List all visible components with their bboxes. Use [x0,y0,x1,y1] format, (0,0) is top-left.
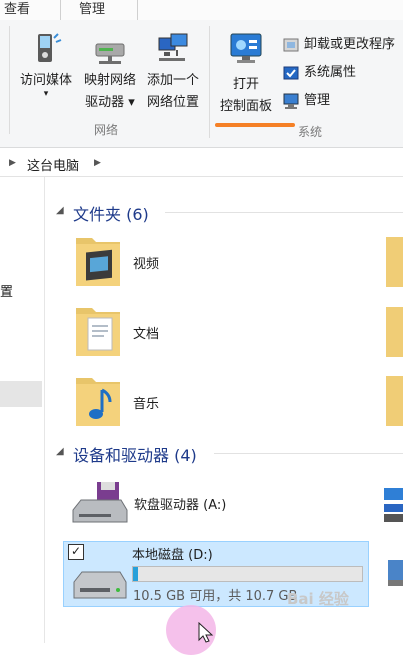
map-network-drive-button[interactable]: 映射网络 驱动器 ▾ [79,28,141,116]
breadcrumb-chevron-icon[interactable]: ▶ [9,158,16,168]
nav-selected-item[interactable] [0,381,42,407]
map-network-drive-label-2: 驱动器 ▾ [85,95,135,110]
folder-documents-label: 文档 [133,327,160,342]
folder-documents[interactable]: 文档 [66,298,226,362]
drive-partial-icon[interactable] [384,558,403,590]
folder-partial-icon[interactable] [384,301,403,361]
open-control-panel-label-2: 控制面板 [219,99,272,114]
navigation-pane: 置 [0,177,45,643]
drive-capacity-text: 10.5 GB 可用，共 10.7 GB [133,589,298,604]
floppy-drive-icon [69,480,129,528]
manage-label: 管理 [304,93,331,108]
group-divider [209,26,210,138]
manage-icon [282,92,300,110]
control-panel-icon [229,32,263,66]
videos-folder-icon [72,230,124,290]
system-properties-icon [282,64,300,82]
uninstall-program-label: 卸载或更改程序 [304,37,396,52]
add-network-location-label-2: 网络位置 [146,95,199,110]
drive-partial-icon[interactable] [380,484,403,528]
chevron-down-icon: ▾ [43,89,49,99]
section-divider [165,212,403,213]
folders-section-header[interactable]: 文件夹 (6) [73,201,149,225]
folder-partial-icon[interactable] [384,231,403,291]
folder-videos-label: 视频 [133,257,160,272]
tab-view[interactable]: 查看 [4,0,30,20]
map-network-drive-icon [93,32,127,66]
highlight-underline [215,123,295,127]
devices-section-header[interactable]: 设备和驱动器 (4) [73,442,197,466]
tab-separator [60,0,61,20]
documents-folder-icon [72,300,124,360]
folder-music[interactable]: 音乐 [66,368,226,432]
nav-item-label[interactable]: 置 [0,281,13,300]
watermark: Bai 经验 [287,590,349,608]
drive-local-d-label: 本地磁盘 (D:) [132,548,213,563]
uninstall-program-item[interactable]: 卸载或更改程序 [282,34,403,58]
drive-floppy-label: 软盘驱动器 (A:) [134,498,227,513]
media-access-icon [30,30,62,66]
folder-videos[interactable]: 视频 [66,228,226,292]
folder-music-label: 音乐 [133,397,160,412]
folder-partial-icon[interactable] [384,370,403,430]
breadcrumb-this-pc[interactable]: 这台电脑 [27,155,79,174]
system-properties-label: 系统属性 [304,65,357,80]
drive-capacity-bar [132,566,363,582]
manage-item[interactable]: 管理 [282,90,403,114]
breadcrumb-chevron-icon[interactable]: ▶ [94,158,101,168]
add-network-location-label-1: 添加一个 [146,73,199,88]
open-control-panel-button[interactable]: 打开 控制面板 [213,28,279,116]
add-network-location-icon [155,32,191,66]
map-network-drive-label-1: 映射网络 [83,73,136,88]
collapse-arrow-icon[interactable]: ◢ [56,205,64,216]
music-folder-icon [72,370,124,430]
select-checkbox[interactable]: ✓ [68,544,84,560]
network-group-label: 网络 [94,123,119,137]
ribbon: 访问媒体 ▾ 映射网络 驱动器 ▾ 添加一个 网络位置 网络 打开 控制面板 卸… [0,20,403,148]
address-bar[interactable]: ▶ 这台电脑 ▶ [0,152,403,177]
drive-capacity-fill [133,567,138,581]
uninstall-program-icon [282,36,300,54]
drive-floppy[interactable]: 软盘驱动器 (A:) [63,476,369,532]
ribbon-scroll-edge [0,26,10,134]
mouse-cursor-icon [198,621,214,643]
system-properties-item[interactable]: 系统属性 [282,62,403,86]
collapse-arrow-icon[interactable]: ◢ [56,446,64,457]
system-group-label: 系统 [298,125,323,139]
hard-disk-icon [70,568,130,604]
add-network-location-button[interactable]: 添加一个 网络位置 [141,28,205,116]
access-media-button[interactable]: 访问媒体 ▾ [13,28,79,108]
ribbon-tab-bar: 查看 管理 [0,0,403,21]
tab-separator [137,0,138,20]
tab-manage[interactable]: 管理 [79,0,105,20]
open-control-panel-label-1: 打开 [232,77,259,92]
section-divider [214,453,403,454]
